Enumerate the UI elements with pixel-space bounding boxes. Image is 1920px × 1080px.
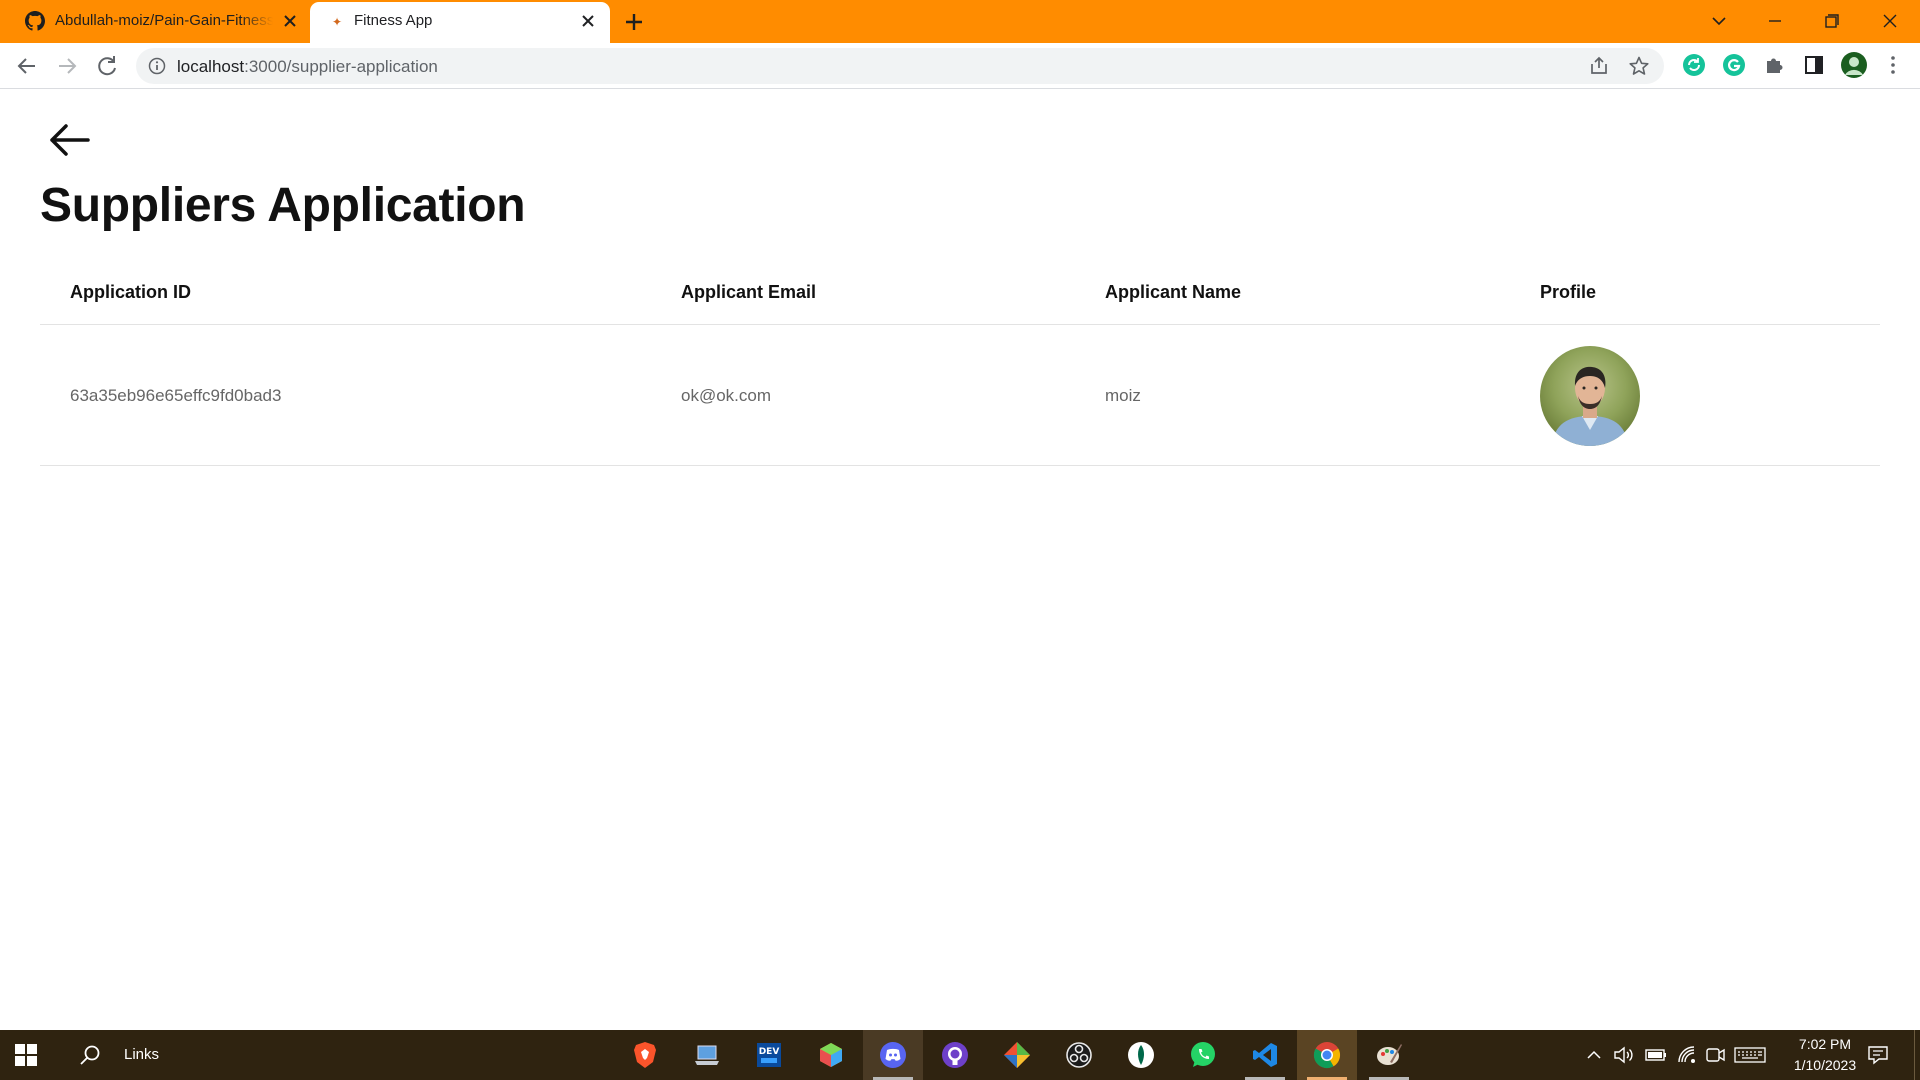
puzzle-icon[interactable] [1762,53,1786,77]
new-tab-plus-icon[interactable] [622,10,646,34]
minimize-icon[interactable] [1758,6,1792,36]
git-icon[interactable] [987,1030,1047,1080]
info-icon[interactable] [148,57,166,75]
back-arrow-icon[interactable] [46,116,94,164]
column-header-profile: Profile [1540,282,1597,302]
clock-time: 7:02 PM [1798,1036,1852,1052]
page-content: Suppliers Application Application ID App… [0,90,1920,1030]
browser-toolbar: localhost:3000/supplier-application [0,43,1920,89]
search-icon[interactable] [78,1043,102,1067]
column-header-applicant-name: Applicant Name [1105,282,1242,302]
fitness-app-icon: ✦ [331,15,343,29]
side-panel-icon[interactable] [1802,53,1826,77]
profile-avatar-icon[interactable] [1840,51,1868,79]
brave-icon[interactable] [615,1030,675,1080]
laptop-icon[interactable] [677,1030,737,1080]
github-desktop-icon[interactable] [925,1030,985,1080]
more-vertical-icon[interactable] [1881,53,1905,77]
github-icon [25,11,45,31]
camera-icon[interactable] [1704,1044,1726,1066]
battery-icon[interactable] [1644,1044,1668,1066]
grammarly-icon[interactable] [1722,53,1746,77]
tab-fitness-app-title: Fitness App [354,12,433,29]
header-divider [40,324,1880,325]
sync-extension-icon[interactable] [1682,53,1706,77]
wifi-icon[interactable] [1676,1044,1698,1066]
back-arrow-icon[interactable] [13,52,41,80]
cell-application-id: 63a35eb96e65effc9fd0bad3 [70,386,282,405]
windows-start-icon[interactable] [14,1043,38,1067]
url-text[interactable]: localhost:3000/supplier-application [177,57,438,77]
keyboard-icon[interactable] [1734,1044,1766,1066]
column-header-applicant-email: Applicant Email [681,282,817,302]
reload-icon[interactable] [93,52,121,80]
url-host: localhost [177,57,245,76]
obs-icon[interactable] [1049,1030,1109,1080]
tab-github[interactable]: Abdullah-moiz/Pain-Gain-Fitness [0,0,310,43]
close-tab-icon[interactable] [578,11,598,31]
taskbar-clock[interactable]: 7:02 PM 1/10/2023 [1770,1034,1880,1076]
app-cube-icon[interactable] [801,1030,861,1080]
close-window-icon[interactable] [1873,6,1907,36]
tab-github-title: Abdullah-moiz/Pain-Gain-Fitness [55,12,273,29]
restore-icon[interactable] [1815,6,1849,36]
show-desktop-button[interactable] [1914,1030,1920,1080]
share-icon[interactable] [1588,55,1610,77]
volume-icon[interactable] [1612,1044,1636,1066]
forward-arrow-icon[interactable] [53,52,81,80]
chevron-up-icon[interactable] [1585,1044,1603,1066]
tab-strip: Abdullah-moiz/Pain-Gain-Fitness ✦ Fitnes… [0,0,1920,43]
tab-fitness-app[interactable]: ✦ Fitness App [310,2,610,43]
notification-icon[interactable] [1866,1043,1890,1067]
address-bar[interactable]: localhost:3000/supplier-application [136,48,1664,84]
close-tab-icon[interactable] [280,11,300,31]
url-path: :3000/supplier-application [244,57,438,76]
taskbar-search-label[interactable]: Links [124,1046,159,1063]
column-header-application-id: Application ID [70,282,191,302]
mongodb-compass-icon[interactable] [1111,1030,1171,1080]
profile-photo-image [1540,346,1640,446]
chrome-icon[interactable] [1297,1030,1357,1080]
cell-applicant-name: moiz [1105,386,1141,405]
applicant-profile-photo[interactable] [1540,346,1640,446]
cell-applicant-email: ok@ok.com [681,386,772,405]
discord-icon[interactable] [863,1030,923,1080]
clock-date: 1/10/2023 [1793,1057,1857,1073]
vscode-icon[interactable] [1235,1030,1295,1080]
dev-icon[interactable]: DEV [739,1030,799,1080]
star-icon[interactable] [1628,55,1650,77]
svg-text:DEV: DEV [759,1047,780,1057]
chevron-down-icon[interactable] [1702,6,1736,36]
taskbar: Links DEV 7:02 PM 1/10/2023 [0,1030,1920,1080]
row-divider [40,465,1880,466]
page-title: Suppliers Application [40,179,526,232]
whatsapp-icon[interactable] [1173,1030,1233,1080]
paint-icon[interactable] [1359,1030,1419,1080]
